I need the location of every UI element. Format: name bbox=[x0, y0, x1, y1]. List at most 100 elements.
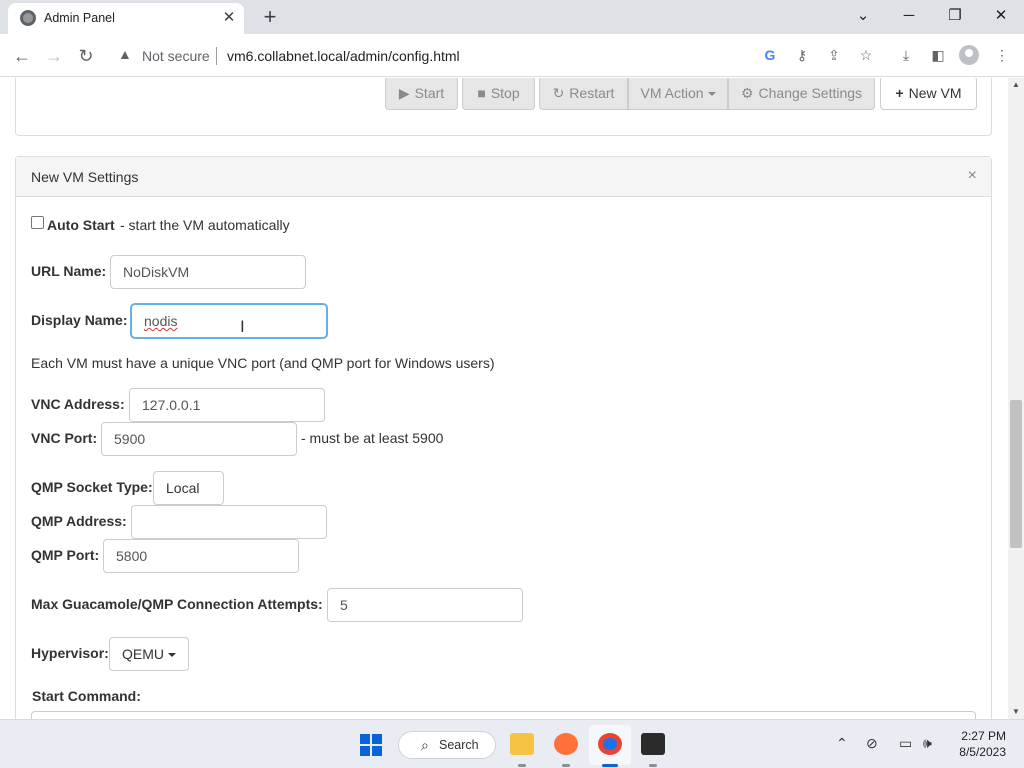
stop-button[interactable]: ■ Stop bbox=[462, 78, 535, 110]
restart-label: Restart bbox=[569, 85, 615, 101]
back-icon[interactable]: ← bbox=[9, 43, 35, 69]
forward-icon[interactable]: → bbox=[41, 43, 67, 69]
minimize-button[interactable]: ─ bbox=[886, 3, 932, 29]
panel-header: New VM Settings × bbox=[16, 157, 991, 197]
url-name-input[interactable]: NoDiskVM bbox=[110, 255, 306, 289]
reload-icon[interactable]: ↻ bbox=[73, 43, 99, 69]
key-icon[interactable]: ⚷ bbox=[792, 45, 812, 65]
windows-start-icon[interactable] bbox=[360, 734, 382, 756]
close-window-button[interactable]: ✕ bbox=[978, 3, 1024, 29]
restart-button[interactable]: ↻ Restart bbox=[539, 78, 628, 110]
new-vm-button[interactable]: + New VM bbox=[880, 78, 977, 110]
page-scrollbar[interactable] bbox=[1008, 78, 1024, 719]
start-command-textarea[interactable] bbox=[31, 711, 976, 719]
stop-icon: ■ bbox=[477, 85, 486, 101]
vnc-address-value: 127.0.0.1 bbox=[142, 397, 201, 413]
restore-button[interactable]: ❐ bbox=[932, 3, 978, 29]
running-indicator bbox=[649, 764, 657, 767]
running-indicator bbox=[518, 764, 526, 767]
hypervisor-dropdown[interactable]: QEMU bbox=[109, 637, 189, 671]
refresh-icon: ↻ bbox=[552, 85, 565, 101]
terminal-icon[interactable] bbox=[641, 733, 665, 755]
start-button[interactable]: ▶ Start bbox=[385, 78, 458, 110]
address-separator bbox=[216, 47, 217, 65]
tray-chevron-up-icon[interactable]: ⌃ bbox=[836, 735, 848, 752]
qmp-port-input[interactable]: 5800 bbox=[103, 539, 299, 573]
vnc-port-hint: - must be at least 5900 bbox=[301, 430, 444, 446]
share-icon[interactable]: ⇪ bbox=[824, 45, 844, 65]
plus-icon: + bbox=[895, 85, 904, 101]
active-indicator bbox=[602, 764, 618, 767]
vnc-port-note: Each VM must have a unique VNC port (and… bbox=[31, 355, 495, 371]
display-icon[interactable]: ▭ bbox=[899, 735, 912, 752]
taskbar-search[interactable]: ⌕ Search bbox=[398, 731, 496, 759]
qmp-socket-type-dropdown[interactable]: Local bbox=[153, 471, 224, 524]
tab-title: Admin Panel bbox=[44, 11, 115, 25]
security-status[interactable]: Not secure bbox=[142, 48, 210, 64]
warning-icon[interactable]: ▲ bbox=[118, 46, 132, 62]
network-off-icon[interactable]: ⊘ bbox=[866, 735, 878, 752]
taskbar: ⌕ Search ⌃ ⊘ ▭ 🕪 2:27 PM 8/5/2023 bbox=[0, 719, 1024, 768]
url-name-label: URL Name: bbox=[31, 263, 107, 279]
clock-date: 8/5/2023 bbox=[959, 745, 1006, 759]
caret-down-icon bbox=[707, 92, 716, 97]
profile-icon[interactable] bbox=[959, 45, 979, 65]
vnc-port-value: 5900 bbox=[114, 431, 146, 447]
new-vm-label: New VM bbox=[908, 85, 962, 101]
display-name-input[interactable]: nodis bbox=[131, 304, 327, 338]
start-label: Start bbox=[414, 85, 445, 101]
hypervisor-value: QEMU bbox=[122, 646, 164, 662]
url-name-value: NoDiskVM bbox=[123, 264, 190, 280]
change-settings-button[interactable]: ⚙ Change Settings bbox=[728, 78, 875, 110]
tab-close-icon[interactable]: ✕ bbox=[220, 9, 238, 27]
vnc-address-input[interactable]: 127.0.0.1 bbox=[129, 388, 325, 422]
stop-label: Stop bbox=[490, 85, 520, 101]
browser-tab[interactable]: Admin Panel ✕ bbox=[8, 3, 244, 34]
qmp-port-value: 5800 bbox=[116, 548, 148, 564]
star-icon[interactable]: ☆ bbox=[856, 45, 876, 65]
file-explorer-icon[interactable] bbox=[510, 733, 534, 755]
vnc-port-input[interactable]: 5900 bbox=[101, 422, 297, 456]
display-name-value: nodis bbox=[144, 313, 178, 329]
google-icon[interactable]: G bbox=[760, 45, 780, 65]
max-attempts-input[interactable]: 5 bbox=[327, 588, 523, 622]
gear-icon: ⚙ bbox=[740, 85, 754, 101]
vnc-port-label: VNC Port: bbox=[31, 430, 98, 446]
vm-action-toolbar: ▶ Start ■ Stop ↻ Restart VM Action ⚙ Change … bbox=[15, 78, 992, 136]
scroll-up-icon[interactable]: ▲ bbox=[1008, 78, 1024, 92]
sidepanel-icon[interactable]: ◧ bbox=[928, 45, 948, 65]
vnc-address-label: VNC Address: bbox=[31, 396, 125, 412]
new-tab-button[interactable]: + bbox=[258, 5, 282, 29]
browser-tab-strip: Admin Panel ✕ + ⌄ ─ ❐ ✕ bbox=[0, 0, 1024, 34]
auto-start-label: Auto Start bbox=[47, 217, 115, 233]
auto-start-checkbox[interactable] bbox=[31, 216, 44, 229]
menu-icon[interactable]: ⋮ bbox=[992, 45, 1012, 65]
vm-action-dropdown[interactable]: VM Action bbox=[628, 78, 728, 110]
panel-title: New VM Settings bbox=[31, 169, 139, 185]
text-cursor-icon: Ⅰ bbox=[240, 317, 245, 336]
qmp-socket-type-label: QMP Socket Type: bbox=[31, 479, 153, 495]
start-command-label: Start Command: bbox=[32, 688, 141, 704]
qmp-address-label: QMP Address: bbox=[31, 513, 127, 529]
auto-start-description: - start the VM automatically bbox=[120, 217, 290, 233]
url-text[interactable]: vm6.collabnet.local/admin/config.html bbox=[227, 48, 460, 64]
qmp-address-input[interactable] bbox=[131, 505, 327, 539]
clock-time: 2:27 PM bbox=[961, 729, 1006, 743]
max-attempts-value: 5 bbox=[340, 597, 348, 613]
chrome-icon[interactable] bbox=[598, 733, 622, 755]
play-icon: ▶ bbox=[398, 85, 410, 101]
close-icon[interactable]: × bbox=[968, 167, 977, 185]
qmp-socket-type-value: Local bbox=[166, 480, 200, 496]
max-attempts-label: Max Guacamole/QMP Connection Attempts: bbox=[31, 596, 323, 612]
firefox-icon[interactable] bbox=[554, 733, 578, 755]
system-clock[interactable]: 2:27 PM 8/5/2023 bbox=[952, 728, 1006, 760]
search-icon: ⌕ bbox=[421, 737, 429, 753]
qmp-port-label: QMP Port: bbox=[31, 547, 100, 563]
scroll-down-icon[interactable]: ▼ bbox=[1008, 705, 1024, 719]
globe-icon bbox=[20, 10, 36, 26]
download-icon[interactable]: ⤓ bbox=[896, 45, 916, 65]
tab-search-chevron-icon[interactable]: ⌄ bbox=[840, 3, 886, 29]
volume-icon[interactable]: 🕪 bbox=[923, 735, 932, 752]
scrollbar-thumb[interactable] bbox=[1010, 400, 1022, 548]
browser-toolbar: ← → ↻ ▲ Not secure vm6.collabnet.local/a… bbox=[0, 34, 1024, 77]
